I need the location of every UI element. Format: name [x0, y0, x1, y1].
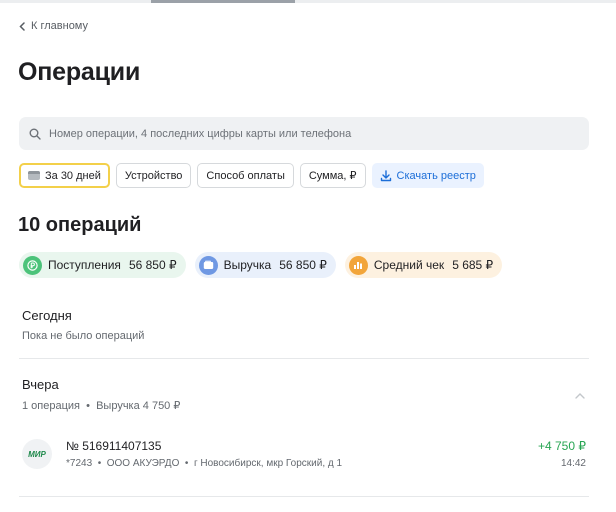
filter-amount-button[interactable]: Сумма, ₽: [299, 163, 366, 188]
summary-stats: Поступления 56 850 ₽ Выручка 56 850 ₽ Ср…: [19, 252, 503, 278]
filter-device-button[interactable]: Устройство: [115, 163, 192, 188]
search-input[interactable]: [49, 127, 569, 140]
download-icon: [380, 169, 391, 181]
top-progress-segment: [151, 0, 295, 3]
collapse-group-button[interactable]: [575, 386, 585, 404]
filter-payment-method-button[interactable]: Способ оплаты: [197, 163, 294, 188]
group-today-title: Сегодня: [22, 308, 72, 323]
download-registry-label: Скачать реестр: [396, 169, 476, 182]
filter-device-label: Устройство: [124, 169, 183, 182]
stat-income: Поступления 56 850 ₽: [19, 252, 186, 278]
chevron-left-icon: [19, 21, 25, 31]
operation-time: 14:42: [560, 458, 586, 469]
stat-avg-check-value: 5 685 ₽: [452, 258, 494, 272]
back-link-label: К главному: [31, 20, 88, 32]
filter-amount-label: Сумма, ₽: [308, 170, 357, 182]
search-box[interactable]: [19, 117, 589, 150]
stat-revenue: Выручка 56 850 ₽: [194, 252, 336, 278]
stat-avg-check-label: Средний чек: [373, 258, 445, 272]
operation-row[interactable]: МИР № 516911407135 *7243 • ООО АКУЭРДО •…: [19, 436, 589, 476]
filters-bar: За 30 дней Устройство Способ оплаты Сумм…: [19, 163, 484, 188]
mir-card-logo: МИР: [22, 439, 52, 469]
operation-meta: *7243 • ООО АКУЭРДО • г Новосибирск, мкр…: [66, 458, 343, 469]
filter-period-button[interactable]: За 30 дней: [19, 163, 110, 188]
operations-count: 10 операций: [18, 214, 142, 236]
group-yesterday-subtitle: 1 операция • Выручка 4 750 ₽: [22, 400, 181, 412]
bar-chart-icon: [348, 255, 368, 275]
operation-number: № 516911407135: [66, 439, 162, 453]
filter-payment-method-label: Способ оплаты: [206, 169, 285, 182]
stat-revenue-value: 56 850 ₽: [279, 258, 327, 272]
search-icon: [29, 128, 41, 140]
stat-revenue-label: Выручка: [223, 258, 272, 272]
filter-period-label: За 30 дней: [45, 169, 101, 182]
group-yesterday-title[interactable]: Вчера: [22, 377, 59, 392]
calendar-icon: [28, 171, 40, 180]
group-divider: [19, 358, 589, 359]
download-registry-button[interactable]: Скачать реестр: [371, 163, 484, 188]
top-progress-bar: [0, 0, 616, 3]
stat-income-label: Поступления: [48, 258, 121, 272]
chevron-up-icon: [575, 393, 585, 399]
wallet-icon: [198, 255, 218, 275]
group-today-subtitle: Пока не было операций: [22, 330, 145, 342]
stat-income-value: 56 850 ₽: [128, 258, 177, 272]
list-divider: [19, 496, 589, 497]
operation-amount: +4 750 ₽: [537, 439, 586, 453]
stat-avg-check: Средний чек 5 685 ₽: [344, 252, 503, 278]
page-title: Операции: [18, 58, 141, 86]
ruble-icon: [23, 255, 42, 275]
back-to-main-link[interactable]: К главному: [19, 20, 88, 32]
